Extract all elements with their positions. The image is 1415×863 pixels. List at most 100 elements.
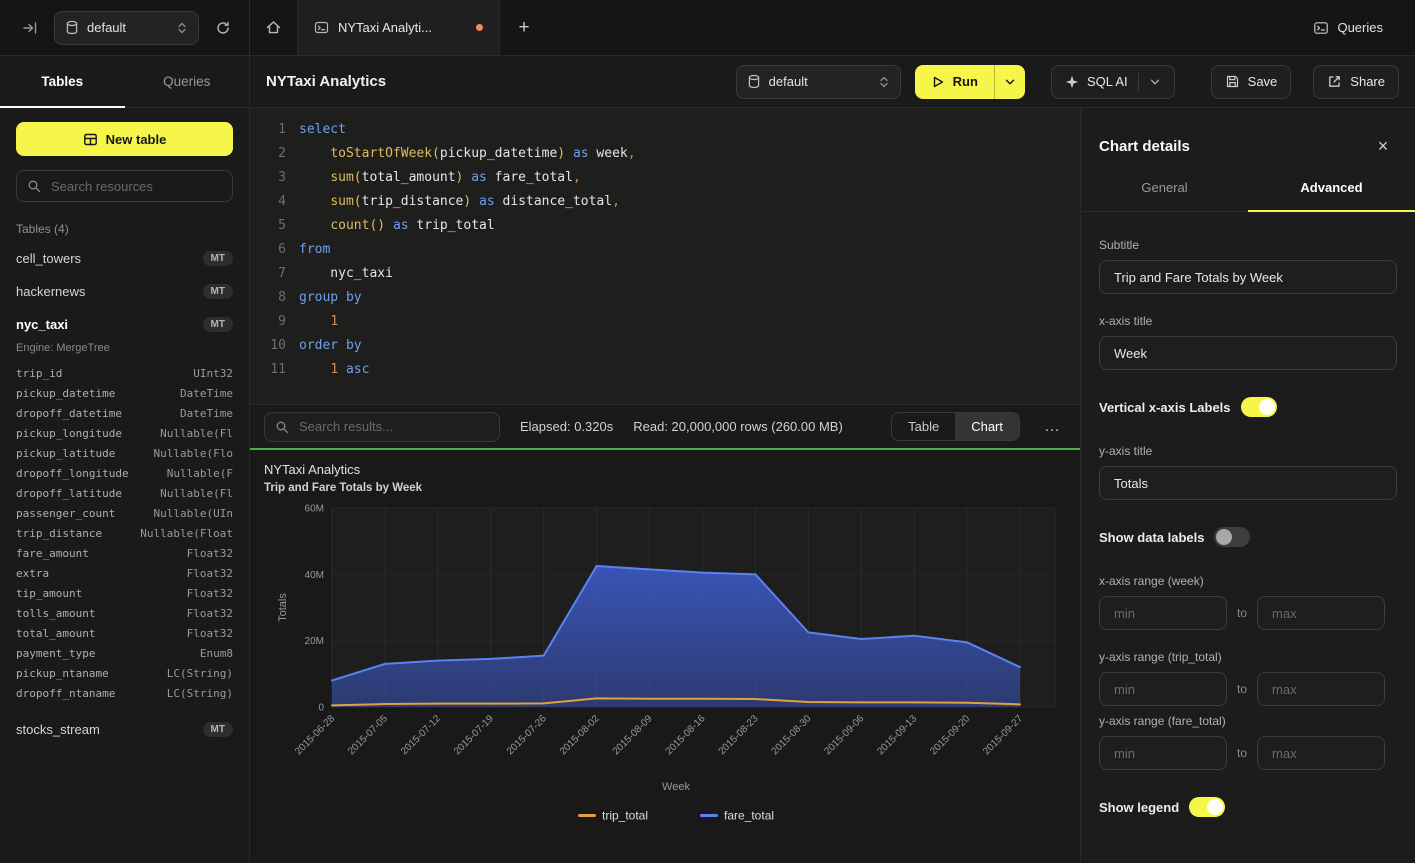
- y-range-trip-max-input[interactable]: [1270, 681, 1372, 698]
- column-row[interactable]: pickup_ntanameLC(String): [16, 663, 233, 683]
- column-row[interactable]: dropoff_datetimeDateTime: [16, 403, 233, 423]
- column-row[interactable]: tip_amountFloat32: [16, 583, 233, 603]
- line-number: 2: [250, 142, 286, 166]
- to-label: to: [1237, 606, 1247, 620]
- vertical-labels-toggle[interactable]: [1241, 397, 1277, 417]
- sidebar-search[interactable]: [16, 170, 233, 202]
- show-legend-label: Show legend: [1099, 800, 1179, 815]
- column-type: Float32: [187, 607, 233, 620]
- column-type: Enum8: [200, 647, 233, 660]
- updown-chevron-icon: [878, 75, 890, 89]
- code-token: [385, 218, 393, 233]
- query-title: NYTaxi Analytics: [266, 73, 386, 90]
- column-name: trip_distance: [16, 527, 102, 540]
- code-token: as: [393, 218, 409, 233]
- sidebar-tab-tables[interactable]: Tables: [0, 56, 125, 107]
- queries-button[interactable]: Queries: [1301, 11, 1395, 45]
- sidebar-search-input[interactable]: [49, 178, 222, 195]
- view-chart-button[interactable]: Chart: [955, 413, 1019, 440]
- engine-badge: MT: [203, 317, 233, 332]
- x-range-max-input[interactable]: [1270, 605, 1372, 622]
- vertical-labels-row: Vertical x-axis Labels: [1099, 397, 1397, 417]
- sql-ai-label: SQL AI: [1087, 74, 1128, 89]
- results-search[interactable]: [264, 412, 500, 442]
- column-row[interactable]: pickup_longitudeNullable(Fl: [16, 423, 233, 443]
- subtitle-field: [1099, 260, 1397, 294]
- run-options-button[interactable]: [994, 65, 1025, 99]
- svg-text:2015-08-30: 2015-08-30: [769, 713, 813, 757]
- sidebar-tabs: Tables Queries: [0, 56, 249, 108]
- column-type: Nullable(Float: [140, 527, 233, 540]
- query-database-selector[interactable]: default: [736, 65, 901, 99]
- sidebar-tab-queries[interactable]: Queries: [125, 56, 250, 107]
- save-button[interactable]: Save: [1211, 65, 1292, 99]
- home-button[interactable]: [250, 0, 298, 55]
- view-table-button[interactable]: Table: [892, 413, 955, 440]
- y-range-trip-min-input[interactable]: [1112, 681, 1214, 698]
- y-range-fare-max-input[interactable]: [1270, 745, 1372, 762]
- topbar-database-selector[interactable]: default: [54, 11, 199, 45]
- legend-item-fare_total[interactable]: fare_total: [700, 809, 774, 823]
- column-row[interactable]: dropoff_longitudeNullable(F: [16, 463, 233, 483]
- column-row[interactable]: tolls_amountFloat32: [16, 603, 233, 623]
- more-options-button[interactable]: …: [1040, 418, 1066, 436]
- legend-item-trip_total[interactable]: trip_total: [578, 809, 648, 823]
- tab-nytaxi-analytics[interactable]: NYTaxi Analyti...: [298, 0, 500, 55]
- column-row[interactable]: extraFloat32: [16, 563, 233, 583]
- column-row[interactable]: pickup_latitudeNullable(Flo: [16, 443, 233, 463]
- line-number: 3: [250, 166, 286, 190]
- x-axis-title-input[interactable]: [1112, 345, 1384, 362]
- table-item-cell_towers[interactable]: cell_towersMT: [16, 242, 233, 275]
- svg-text:fare_total: fare_total: [724, 809, 774, 823]
- subtitle-input[interactable]: [1112, 269, 1384, 286]
- code-token: as: [479, 194, 495, 209]
- new-table-button[interactable]: New table: [16, 122, 233, 156]
- collapse-sidebar-button[interactable]: [16, 14, 44, 42]
- run-button[interactable]: Run: [915, 65, 994, 99]
- y-range-trip-max-field: [1257, 672, 1385, 706]
- run-button-group: Run: [915, 65, 1025, 99]
- column-name: payment_type: [16, 647, 95, 660]
- code-line: from: [299, 238, 1080, 262]
- sql-code[interactable]: select toStartOfWeek(pickup_datetime) as…: [286, 118, 1080, 404]
- chart-panel: NYTaxi Analytics Trip and Fare Totals by…: [250, 450, 1080, 863]
- x-range-min-input[interactable]: [1112, 605, 1214, 622]
- tab-general[interactable]: General: [1081, 176, 1248, 211]
- column-row[interactable]: fare_amountFloat32: [16, 543, 233, 563]
- column-row[interactable]: total_amountFloat32: [16, 623, 233, 643]
- svg-text:2015-08-02: 2015-08-02: [558, 713, 602, 757]
- queries-icon: [1313, 20, 1329, 36]
- table-item-nyc_taxi[interactable]: nyc_taxiMT: [16, 308, 233, 341]
- column-row[interactable]: pickup_datetimeDateTime: [16, 383, 233, 403]
- y-axis-title: Totals: [277, 593, 289, 622]
- svg-text:2015-06-28: 2015-06-28: [293, 713, 337, 757]
- data-labels-toggle[interactable]: [1214, 527, 1250, 547]
- sql-ai-button[interactable]: SQL AI: [1051, 65, 1175, 99]
- column-row[interactable]: passenger_countNullable(UIn: [16, 503, 233, 523]
- sql-editor[interactable]: 1234567891011 select toStartOfWeek(picku…: [250, 108, 1080, 404]
- column-type: Float32: [187, 587, 233, 600]
- table-item-stocks_stream[interactable]: stocks_streamMT: [16, 713, 233, 746]
- show-legend-toggle[interactable]: [1189, 797, 1225, 817]
- column-row[interactable]: dropoff_latitudeNullable(Fl: [16, 483, 233, 503]
- column-row[interactable]: trip_distance Nullable(Float: [16, 523, 233, 543]
- engine-badge: MT: [203, 722, 233, 737]
- new-tab-button[interactable]: +: [500, 0, 548, 55]
- column-row[interactable]: trip_idUInt32: [16, 363, 233, 383]
- y-range-fare-min-input[interactable]: [1112, 745, 1214, 762]
- column-row[interactable]: dropoff_ntanameLC(String): [16, 683, 233, 703]
- refresh-button[interactable]: [209, 14, 237, 42]
- chevron-down-icon: [1004, 76, 1016, 88]
- tab-advanced[interactable]: Advanced: [1248, 176, 1415, 211]
- code-token: total_amount: [362, 170, 456, 185]
- chart-details-content: Subtitle x-axis title Vertical x-axis La…: [1081, 212, 1415, 863]
- column-name: pickup_ntaname: [16, 667, 109, 680]
- close-panel-button[interactable]: ×: [1371, 134, 1395, 158]
- table-item-hackernews[interactable]: hackernewsMT: [16, 275, 233, 308]
- chart-details-header: Chart details ×: [1081, 108, 1415, 176]
- save-button-label: Save: [1248, 74, 1278, 89]
- column-row[interactable]: payment_type Enum8: [16, 643, 233, 663]
- share-button[interactable]: Share: [1313, 65, 1399, 99]
- results-search-input[interactable]: [297, 418, 489, 435]
- y-axis-title-input[interactable]: [1112, 475, 1384, 492]
